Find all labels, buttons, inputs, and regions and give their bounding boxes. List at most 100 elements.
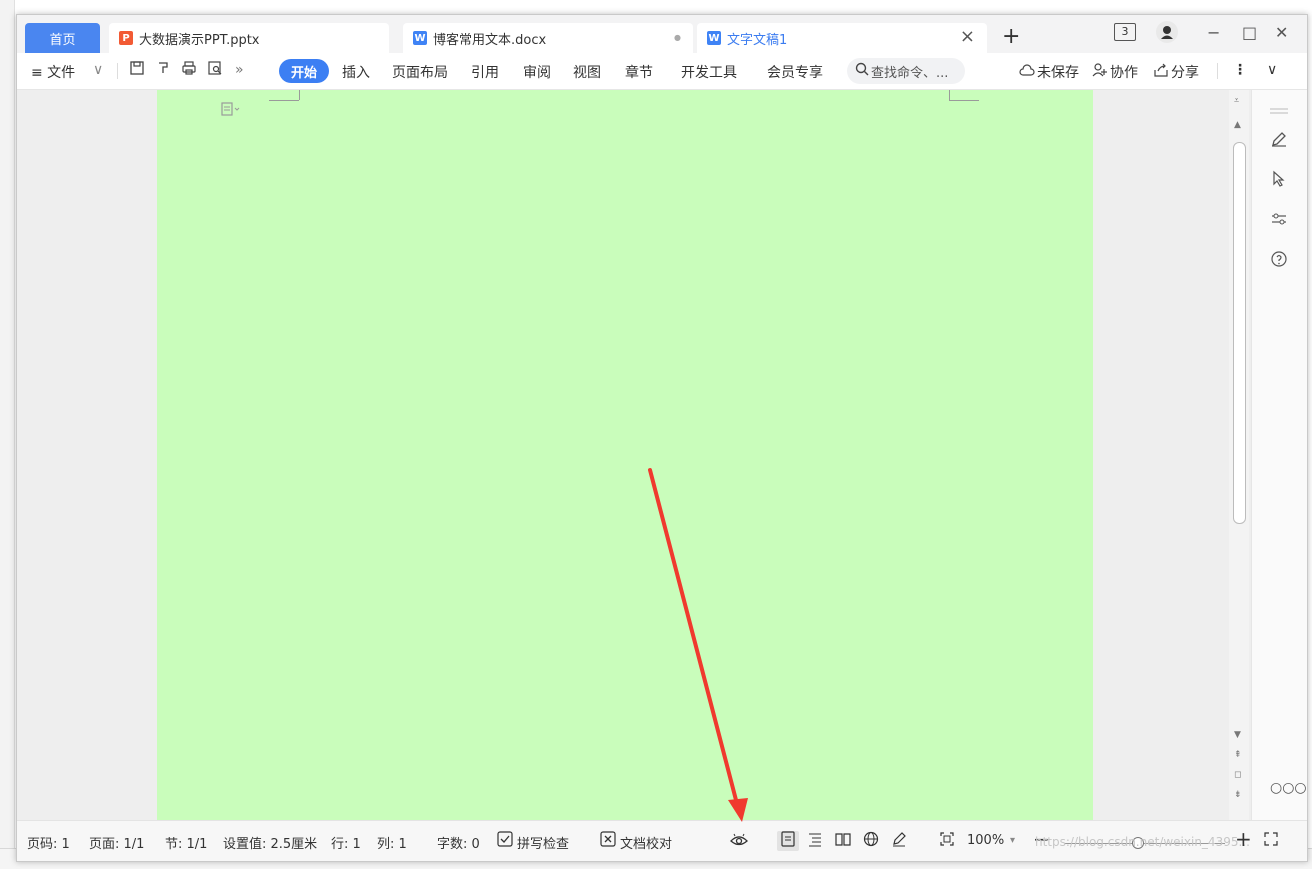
fullscreen-icon[interactable] (1263, 831, 1279, 851)
tab-reference[interactable]: 引用 (471, 62, 499, 82)
window-counter-badge[interactable]: 3 (1114, 23, 1136, 41)
fit-page-icon[interactable] (939, 831, 955, 851)
margin-corner-mark (949, 100, 979, 101)
status-word-count[interactable]: 字数: 0 (437, 833, 480, 852)
margin-corner-mark (949, 90, 950, 100)
pen-icon[interactable] (1270, 130, 1288, 153)
collaborate-icon (1092, 62, 1108, 81)
more-menu-icon[interactable]: ⋮ (1233, 62, 1247, 78)
cloud-icon (1019, 62, 1035, 81)
tab-blog-doc[interactable]: W 博客常用文本.docx ● (403, 23, 693, 53)
minimize-button[interactable]: − (1207, 23, 1220, 42)
pointer-icon[interactable] (1270, 170, 1288, 193)
tab-review[interactable]: 审阅 (523, 62, 551, 82)
maximize-button[interactable]: □ (1242, 23, 1257, 42)
tab-ppt-label: 大数据演示PPT.pptx (139, 32, 260, 48)
word-file-icon: W (707, 31, 721, 45)
web-view-icon[interactable] (863, 831, 879, 851)
status-page-code[interactable]: 页码: 1 (27, 833, 70, 852)
user-avatar-icon (1161, 26, 1173, 39)
zoom-in-button[interactable]: + (1235, 827, 1252, 851)
close-window-button[interactable]: ✕ (1275, 23, 1288, 42)
tab-chapter[interactable]: 章节 (625, 62, 653, 82)
share-button[interactable]: 分享 (1171, 62, 1199, 82)
search-icon (855, 62, 869, 80)
tab-view[interactable]: 视图 (573, 62, 601, 82)
unsaved-status[interactable]: 未保存 (1037, 62, 1079, 82)
more-tools-icon[interactable]: » (235, 62, 244, 78)
print-preview-icon[interactable] (207, 60, 223, 80)
status-section[interactable]: 节: 1/1 (165, 833, 207, 852)
scroll-top-icon[interactable]: ⩡ (1234, 96, 1239, 106)
prev-page-icon[interactable]: ⇞ (1234, 750, 1242, 760)
spell-check-icon (497, 831, 513, 851)
outline-view-icon[interactable] (807, 831, 823, 851)
file-menu[interactable]: ≡ 文件 (31, 62, 75, 82)
eye-protection-icon[interactable] (729, 831, 749, 853)
chevron-down-icon: ∨ (93, 62, 104, 78)
scrollbar-thumb[interactable] (1233, 142, 1246, 524)
search-placeholder: 查找命令、... (871, 65, 949, 81)
tab-bar: 首页 P 大数据演示PPT.pptx W 博客常用文本.docx ● W 文字文… (17, 15, 1307, 53)
toolbar-divider (1217, 63, 1218, 79)
zoom-level[interactable]: 100% (967, 833, 1004, 848)
doc-proof-icon (600, 831, 616, 851)
vertical-scrollbar[interactable]: ⩡ ▲ ▼ ⇞ ◻ ⇟ (1229, 90, 1249, 820)
status-setting[interactable]: 设置值: 2.5厘米 (223, 833, 317, 852)
avatar[interactable] (1156, 21, 1178, 43)
print-icon[interactable] (181, 60, 197, 80)
tab-current-doc-label: 文字文稿1 (727, 32, 788, 48)
settings-sliders-icon[interactable] (1270, 210, 1288, 233)
unsaved-dot-icon: ● (674, 33, 681, 42)
paste-options-icon[interactable] (221, 102, 241, 119)
ppt-file-icon: P (119, 31, 133, 45)
ribbon-toolbar: ≡ 文件 ∨ » 开始 插入 页面布局 引用 审阅 视图 章节 开发工具 会员专… (17, 53, 1307, 90)
reading-view-icon[interactable] (835, 831, 851, 851)
outer-desktop-left (0, 0, 15, 868)
status-col[interactable]: 列: 1 (377, 833, 407, 852)
panel-handle-icon[interactable] (1270, 98, 1288, 119)
document-page[interactable] (157, 90, 1093, 820)
tab-ppt[interactable]: P 大数据演示PPT.pptx (109, 23, 389, 53)
scroll-up-icon[interactable]: ▲ (1234, 120, 1241, 130)
word-file-icon: W (413, 31, 427, 45)
next-page-icon[interactable]: ⇟ (1234, 790, 1242, 800)
command-search[interactable]: 查找命令、... (847, 58, 965, 84)
collaborate-button[interactable]: 协作 (1110, 62, 1138, 82)
write-mode-icon[interactable] (891, 831, 907, 851)
tab-page-layout[interactable]: 页面布局 (392, 62, 448, 82)
wps-window: 首页 P 大数据演示PPT.pptx W 博客常用文本.docx ● W 文字文… (16, 14, 1308, 862)
tab-blog-doc-label: 博客常用文本.docx (433, 32, 547, 48)
format-painter-icon[interactable] (155, 60, 171, 80)
tab-insert[interactable]: 插入 (342, 62, 370, 82)
collapse-ribbon-icon[interactable]: ∨ (1267, 62, 1277, 78)
document-canvas (17, 90, 1307, 820)
toolbar-divider (117, 63, 118, 79)
status-bar: 页码: 1 页面: 1/1 节: 1/1 设置值: 2.5厘米 行: 1 列: … (17, 820, 1307, 861)
right-side-panel: ○○○ (1251, 90, 1307, 820)
tab-close-icon[interactable]: × (960, 26, 975, 47)
margin-corner-mark (299, 90, 300, 100)
tab-home-label: 首页 (49, 32, 76, 48)
page-view-icon[interactable] (777, 831, 799, 851)
spell-check-button[interactable]: 拼写检查 (517, 833, 569, 852)
scroll-down-icon[interactable]: ▼ (1234, 730, 1241, 740)
tab-devtools[interactable]: 开发工具 (681, 62, 737, 82)
outer-desktop-top (0, 0, 1312, 14)
doc-proof-button[interactable]: 文档校对 (620, 833, 672, 852)
margin-corner-mark (269, 100, 299, 101)
watermark-text: https://blog.csdn.net/weixin_4395... (1035, 835, 1250, 849)
help-icon[interactable] (1270, 250, 1288, 273)
tab-home[interactable]: 首页 (25, 23, 100, 53)
status-page[interactable]: 页面: 1/1 (89, 833, 144, 852)
save-icon[interactable] (129, 60, 145, 80)
add-tab-button[interactable]: + (1002, 24, 1020, 49)
tab-member[interactable]: 会员专享 (767, 62, 823, 82)
status-row[interactable]: 行: 1 (331, 833, 361, 852)
more-options-icon[interactable]: ○○○ (1270, 780, 1307, 796)
tab-start[interactable]: 开始 (279, 59, 329, 83)
zoom-dropdown-icon[interactable]: ▾ (1010, 835, 1015, 846)
share-icon (1153, 62, 1169, 81)
tab-current-doc[interactable]: W 文字文稿1 × (697, 23, 987, 53)
select-browse-icon[interactable]: ◻ (1234, 770, 1241, 780)
